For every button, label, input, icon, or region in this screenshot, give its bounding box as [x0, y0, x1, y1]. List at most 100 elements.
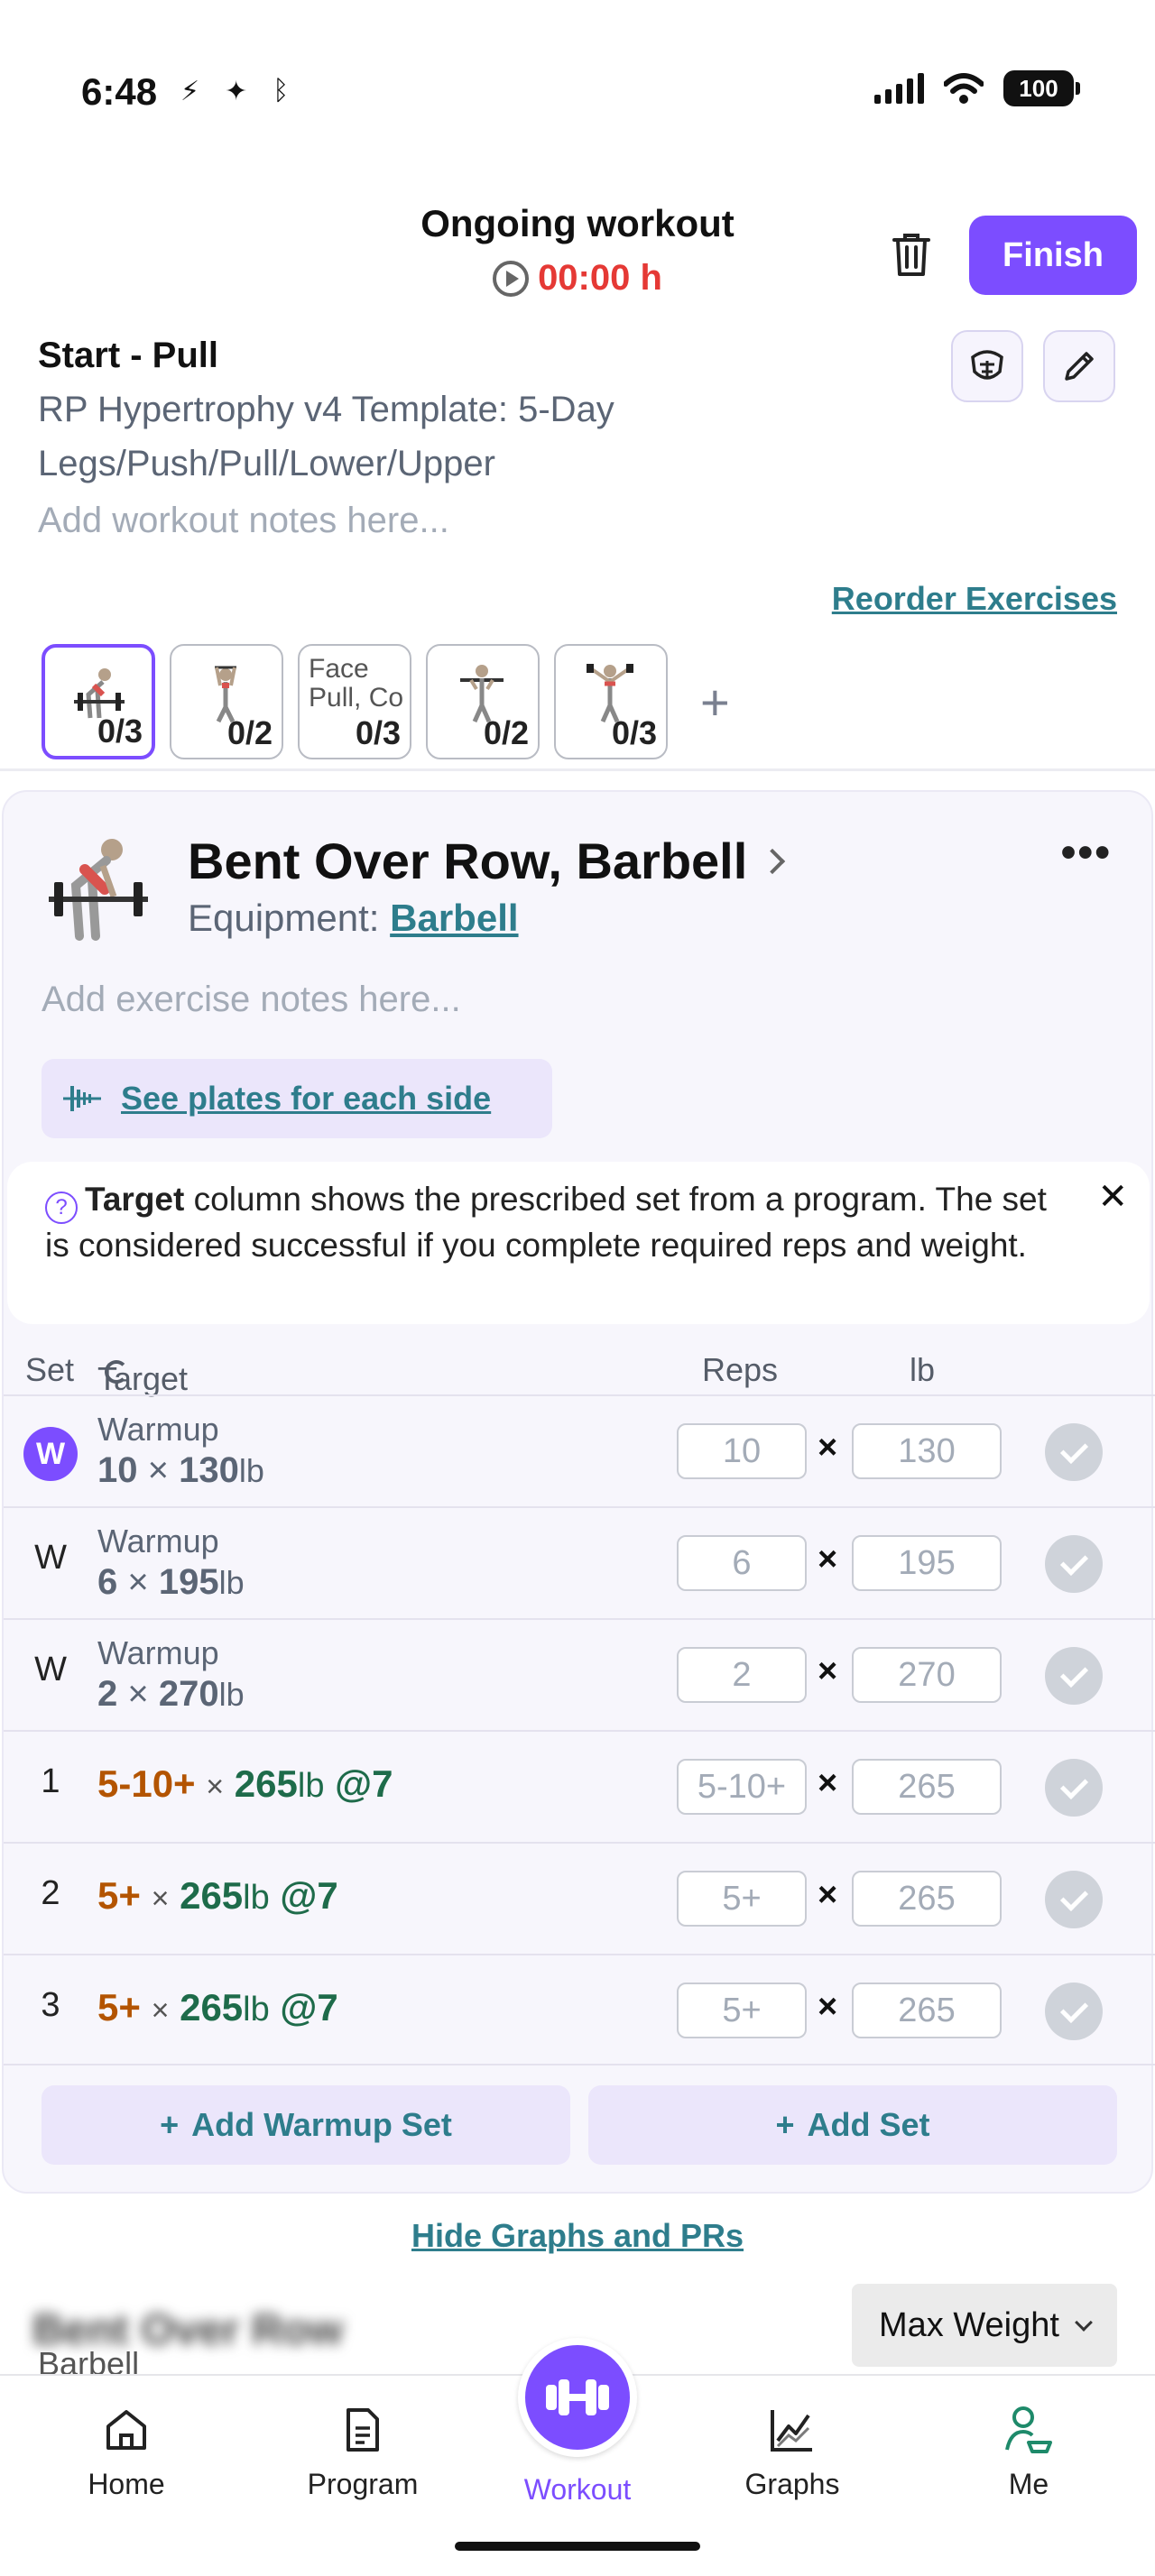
complete-set-check-icon[interactable] — [1045, 1535, 1103, 1593]
reps-input[interactable]: 5+ — [677, 1871, 807, 1927]
nav-home-label: Home — [88, 2468, 165, 2500]
thumb-set-count: 0/2 — [483, 714, 529, 751]
nav-workout-label[interactable]: Workout — [487, 2473, 668, 2507]
home-indicator — [455, 2542, 700, 2551]
reorder-exercises-link[interactable]: Reorder Exercises — [832, 580, 1117, 618]
activity-icon: ✦ — [225, 77, 248, 106]
bottom-nav: Home Program Workout Graphs Me — [0, 2338, 1155, 2576]
edit-workout-button[interactable] — [1043, 330, 1115, 402]
set-type-text: Warmup — [97, 1634, 219, 1671]
hide-graphs-link[interactable]: Hide Graphs and PRs — [0, 2217, 1155, 2255]
plus-icon: + — [775, 2106, 795, 2143]
workout-name[interactable]: Start - Pull — [38, 336, 218, 376]
exercise-title[interactable]: Bent Over Row, Barbell — [188, 832, 786, 890]
more-options-icon[interactable]: ••• — [1061, 828, 1112, 878]
weight-input[interactable]: 265 — [852, 1759, 1002, 1815]
thumb-set-count: 0/3 — [355, 714, 401, 752]
reps-input[interactable]: 5+ — [677, 1983, 807, 2038]
set-target: 5+ × 265lb @7 — [97, 1874, 338, 1917]
set-type-badge[interactable]: W — [23, 1427, 78, 1481]
weight-input[interactable]: 130 — [852, 1423, 1002, 1479]
add-set-button[interactable]: + Add Set — [588, 2085, 1117, 2165]
chevron-right-icon — [760, 848, 786, 874]
set-target: 10 × 130lb — [97, 1450, 264, 1490]
exercise-thumb-2[interactable]: 0/2 — [170, 644, 283, 759]
set-type-label[interactable]: W — [23, 1539, 78, 1578]
nav-workout[interactable] — [518, 2338, 637, 2457]
delete-workout-button[interactable] — [884, 227, 938, 281]
complete-set-check-icon[interactable] — [1045, 1871, 1103, 1928]
status-notification-icons: ⚡ ✦ ᛒ — [180, 76, 289, 107]
nav-program[interactable]: Program — [273, 2403, 453, 2501]
equipment-label: Equipment: — [188, 897, 380, 939]
set-target: 5-10+ × 265lb @7 — [97, 1762, 393, 1805]
weight-input[interactable]: 265 — [852, 1983, 1002, 2038]
col-reps: Reps — [702, 1351, 779, 1388]
body-icon — [971, 350, 1003, 380]
table-row: 1 5-10+ × 265lb @7 5-10+ × 265 — [4, 1730, 1155, 1842]
table-row: 3 5+ × 265lb @7 5+ × 265 — [4, 1954, 1155, 2065]
equipment-link[interactable]: Barbell — [390, 897, 518, 939]
status-time: 6:48 — [81, 70, 158, 113]
barbell-plates-icon — [63, 1086, 101, 1111]
profile-icon — [1002, 2403, 1056, 2457]
timer-value: 00:00 h — [538, 258, 662, 298]
refresh-icon — [105, 1360, 128, 1384]
reps-input[interactable]: 6 — [677, 1535, 807, 1591]
nav-graphs-label: Graphs — [744, 2468, 840, 2500]
dumbbell-icon — [546, 2379, 609, 2415]
exercise-thumbnails: 0/3 0/2 Face Pull, Co 0/3 0/2 0/3 + — [42, 644, 730, 759]
see-plates-label: See plates for each side — [121, 1080, 492, 1117]
complete-set-check-icon[interactable] — [1045, 1983, 1103, 2040]
trash-icon — [892, 234, 930, 276]
exercise-thumb-3[interactable]: Face Pull, Co 0/3 — [298, 644, 411, 759]
complete-set-check-icon[interactable] — [1045, 1423, 1103, 1481]
complete-set-check-icon[interactable] — [1045, 1647, 1103, 1705]
set-number[interactable]: 1 — [23, 1762, 78, 1801]
battery-icon: 100 — [1003, 70, 1080, 106]
weight-input[interactable]: 195 — [852, 1535, 1002, 1591]
nav-program-label: Program — [307, 2468, 419, 2500]
set-target: 2 × 270lb — [97, 1674, 245, 1714]
chart-icon — [765, 2403, 819, 2457]
times-symbol: × — [818, 1541, 838, 1578]
col-set: Set — [25, 1351, 75, 1388]
reps-input[interactable]: 10 — [677, 1423, 807, 1479]
home-icon — [99, 2403, 153, 2457]
reps-input[interactable]: 2 — [677, 1647, 807, 1703]
reps-input[interactable]: 5-10+ — [677, 1759, 807, 1815]
close-icon[interactable]: ✕ — [1097, 1176, 1128, 1219]
col-lb: lb — [910, 1351, 936, 1388]
weight-input[interactable]: 265 — [852, 1871, 1002, 1927]
table-row: W Warmup 10 × 130lb 10 × 130 — [4, 1394, 1155, 1506]
exercise-thumb-5[interactable]: 0/3 — [554, 644, 668, 759]
finish-button[interactable]: Finish — [969, 216, 1137, 295]
bluetooth-icon: ᛒ — [273, 76, 290, 106]
see-plates-button[interactable]: See plates for each side — [42, 1059, 552, 1138]
exercise-notes-input[interactable]: Add exercise notes here... — [42, 980, 461, 1020]
add-warmup-set-button[interactable]: + Add Warmup Set — [42, 2085, 570, 2165]
table-row: 2 5+ × 265lb @7 5+ × 265 — [4, 1842, 1155, 1954]
nav-graphs[interactable]: Graphs — [702, 2403, 882, 2501]
exercise-thumb-4[interactable]: 0/2 — [426, 644, 540, 759]
graph-metric-select[interactable]: Max Weight — [852, 2284, 1117, 2367]
set-type-label: Warmup — [97, 1411, 219, 1448]
document-icon — [336, 2403, 390, 2457]
table-row: W Warmup 2 × 270lb 2 × 270 — [4, 1618, 1155, 1730]
complete-set-check-icon[interactable] — [1045, 1759, 1103, 1817]
set-number[interactable]: 3 — [23, 1986, 78, 2025]
exercise-thumb-1[interactable]: 0/3 — [42, 644, 155, 759]
nav-home[interactable]: Home — [36, 2403, 217, 2501]
play-icon — [493, 260, 530, 297]
workout-notes-input[interactable]: Add workout notes here... — [38, 501, 449, 541]
times-symbol: × — [818, 1429, 838, 1467]
divider — [0, 768, 1155, 771]
nav-me[interactable]: Me — [938, 2403, 1119, 2501]
add-exercise-button[interactable]: + — [700, 673, 730, 731]
weight-input[interactable]: 270 — [852, 1647, 1002, 1703]
muscle-map-button[interactable] — [951, 330, 1023, 402]
set-type-label[interactable]: W — [23, 1651, 78, 1689]
info-bold: Target — [85, 1181, 185, 1218]
add-warmup-label: Add Warmup Set — [191, 2106, 452, 2143]
set-number[interactable]: 2 — [23, 1874, 78, 1913]
